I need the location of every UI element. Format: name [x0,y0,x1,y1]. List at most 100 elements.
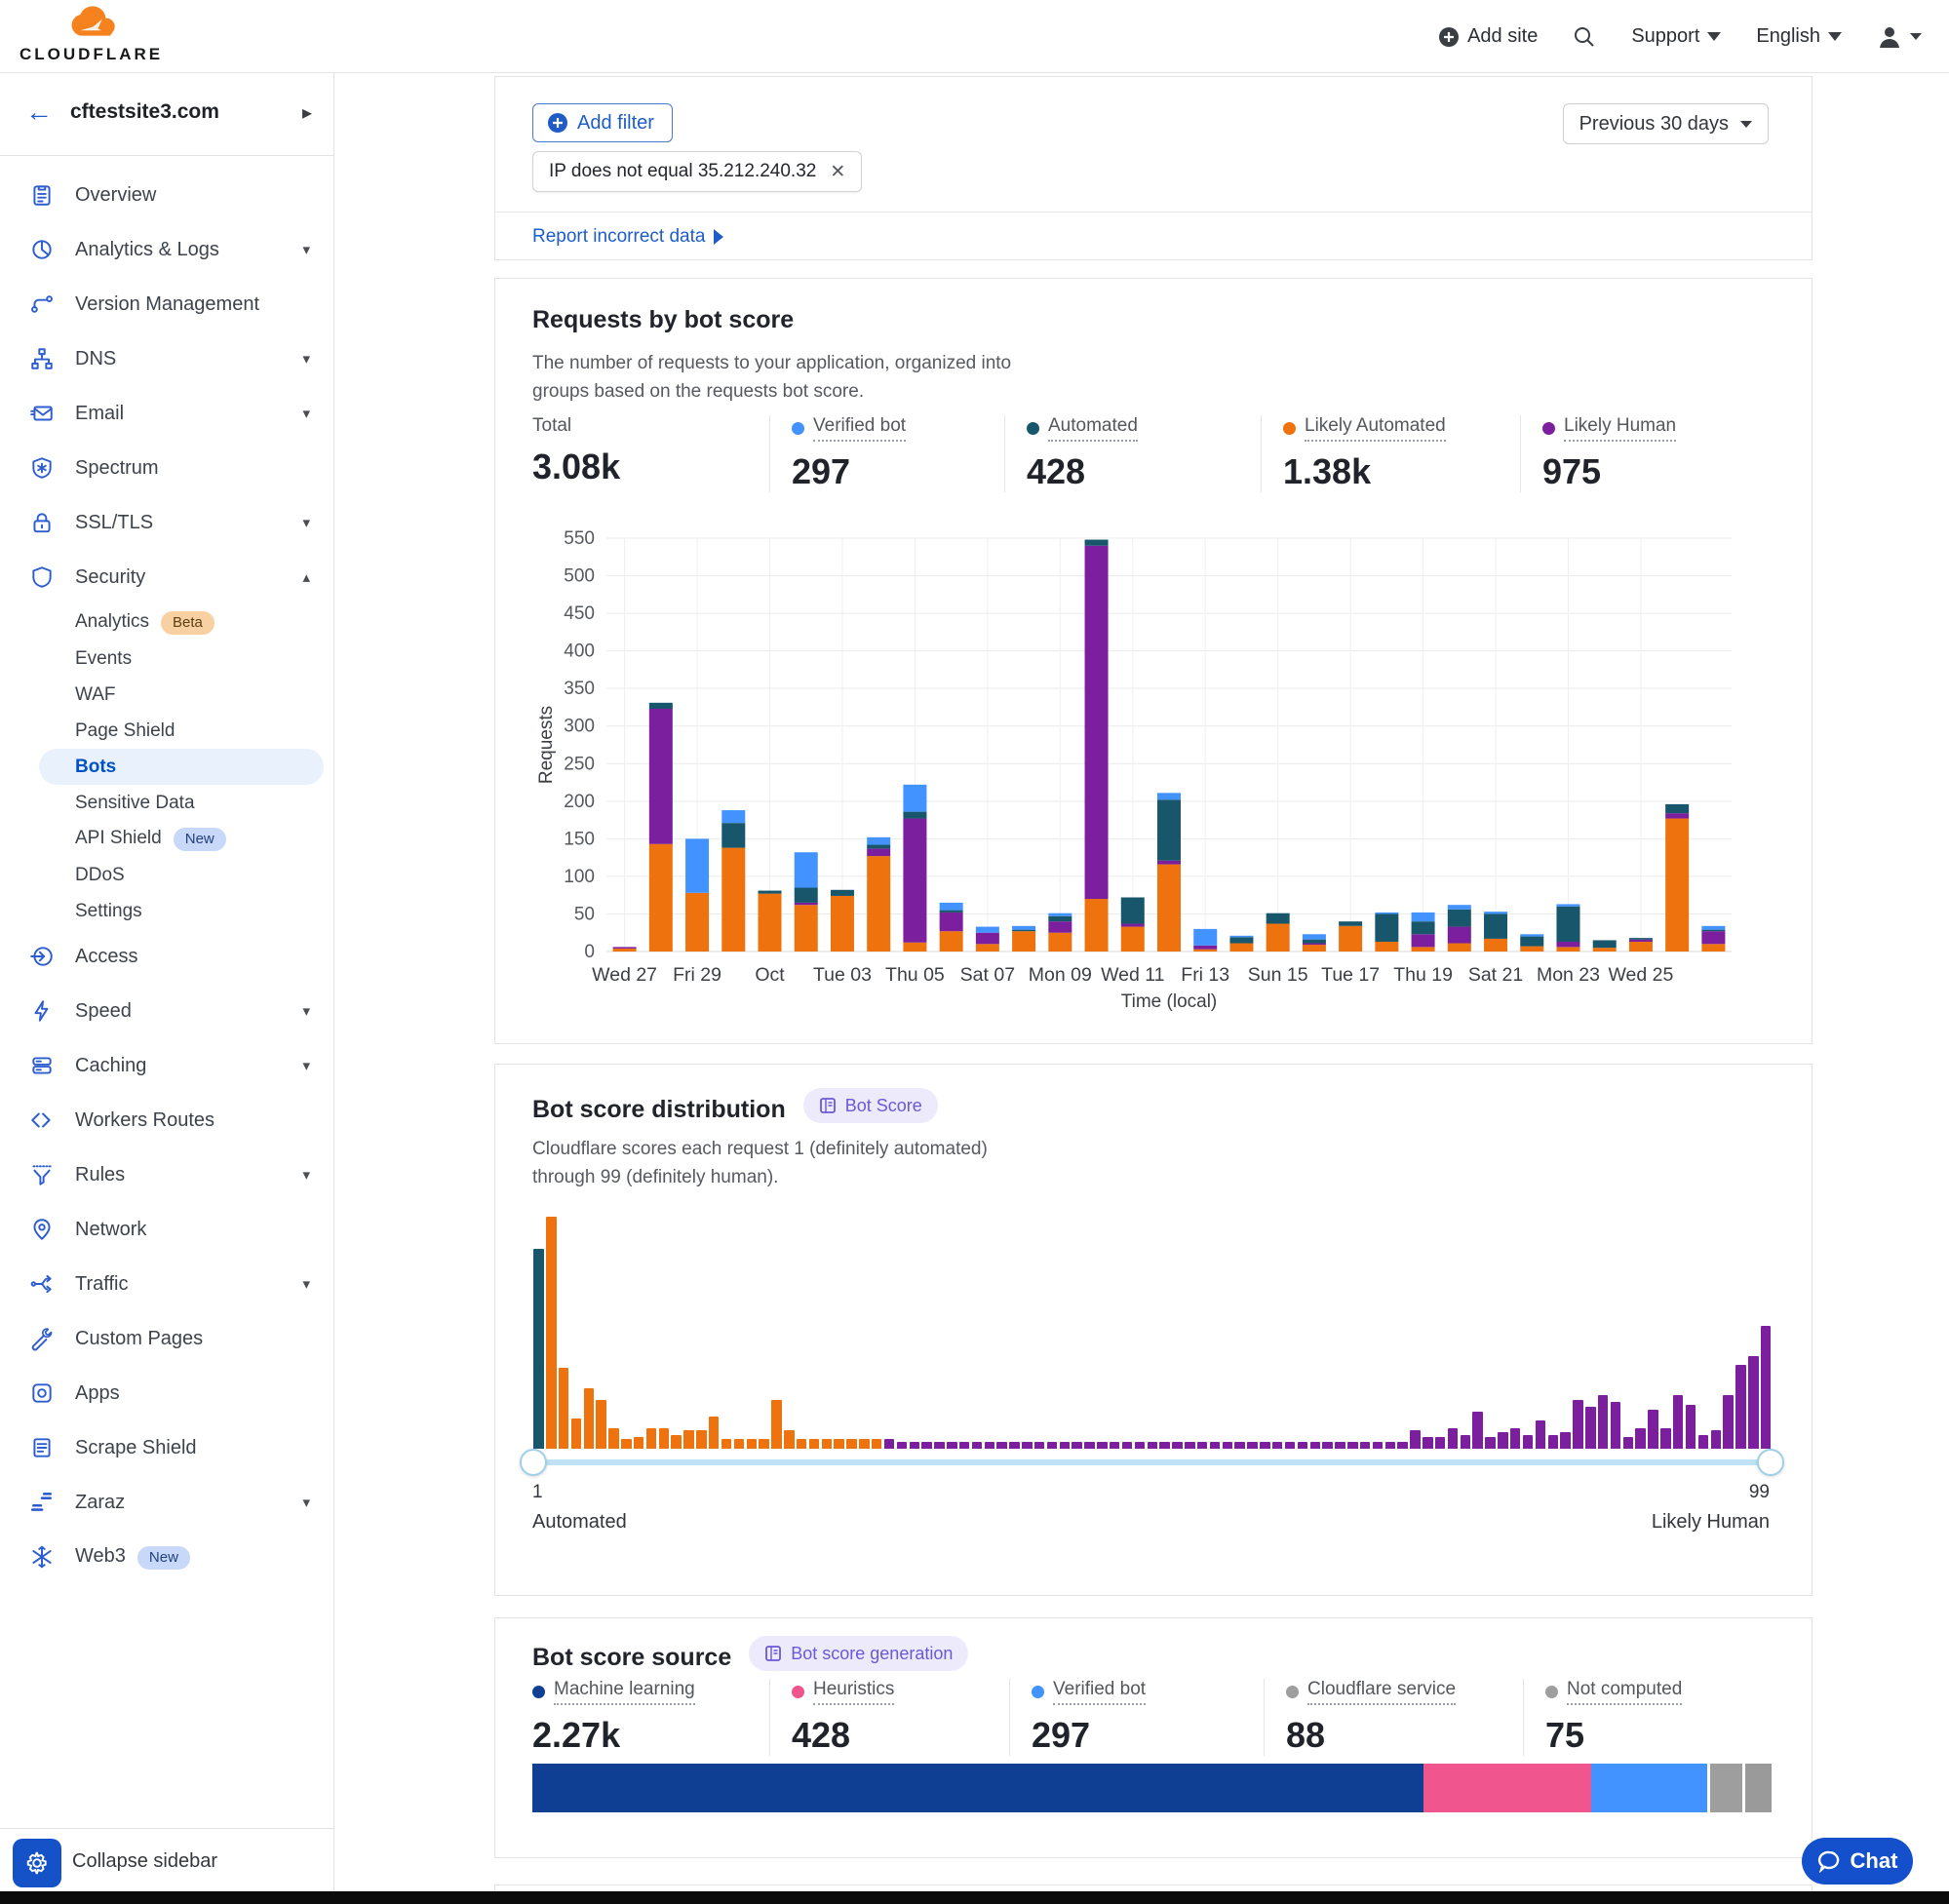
sidebar-item-label: Spectrum [75,457,159,480]
source-card-title: Bot score source [532,1644,731,1672]
sidebar-item-version-management[interactable]: Version Management [0,277,333,331]
sidebar-item-analytics[interactable]: AnalyticsBeta [0,604,333,641]
source-segment-heuristics [1423,1764,1591,1812]
settings-gear-button[interactable] [13,1839,61,1887]
stat-label: Not computed [1567,1679,1682,1705]
distribution-bar [1335,1442,1345,1449]
sidebar-item-caching[interactable]: Caching▾ [0,1038,333,1093]
sidebar-item-settings[interactable]: Settings [0,893,333,929]
sidebar-item-scrape-shield[interactable]: Scrape Shield [0,1420,333,1475]
sidebar-item-speed[interactable]: Speed▾ [0,984,333,1038]
caching-icon [29,1053,55,1078]
distribution-bar [1523,1435,1533,1449]
support-menu[interactable]: Support [1631,25,1721,48]
sidebar-item-custom-pages[interactable]: Custom Pages [0,1311,333,1366]
cloudflare-logo[interactable]: CLOUDFLARE [19,4,166,68]
distribution-bar [546,1217,556,1449]
stat-value: 2.27k [532,1715,769,1756]
svg-text:Fri 13: Fri 13 [1181,964,1229,986]
sidebar-item-rules[interactable]: Rules▾ [0,1147,333,1202]
sidebar-item-apps[interactable]: Apps [0,1366,333,1420]
chevron-right-icon [714,229,723,245]
stat-value: 88 [1286,1715,1523,1756]
distribution-bar [797,1439,806,1449]
sidebar-item-waf[interactable]: WAF [0,677,333,713]
svg-text:550: 550 [564,528,595,549]
sidebar-item-workers-routes[interactable]: Workers Routes [0,1093,333,1147]
chat-button[interactable]: Chat [1802,1838,1913,1885]
slider-handle-max[interactable] [1757,1449,1784,1476]
add-filter-button[interactable]: Add filter [532,103,673,142]
sidebar-item-label: Scrape Shield [75,1437,197,1459]
sidebar-nav: OverviewAnalytics & Logs▾Version Managem… [0,168,333,1584]
sidebar-item-label: SSL/TLS [75,512,153,534]
svg-text:Tue 03: Tue 03 [813,964,872,986]
report-link-label: Report incorrect data [532,226,705,248]
distribution-bar [1172,1442,1182,1449]
sidebar-item-label: Zaraz [75,1492,125,1514]
distribution-bar [1711,1430,1721,1449]
distribution-bar [1611,1402,1620,1449]
bot-score-badge[interactable]: Bot Score [803,1088,938,1123]
sidebar-item-ddos[interactable]: DDoS [0,857,333,893]
svg-text:Tue 17: Tue 17 [1321,964,1380,986]
sidebar-item-dns[interactable]: DNS▾ [0,331,333,386]
sidebar-item-security[interactable]: Security▴ [0,550,333,604]
date-range-dropdown[interactable]: Previous 30 days [1563,103,1769,144]
sidebar-item-network[interactable]: Network [0,1202,333,1257]
distribution-bar [784,1430,794,1449]
sidebar-item-overview[interactable]: Overview [0,168,333,222]
stat-heuristics: Heuristics428 [770,1679,1009,1756]
distribution-bar [571,1418,581,1449]
requests-bar-chart[interactable]: 050100150200250300350400450500550Wed 27F… [532,527,1776,1020]
site-name[interactable]: cftestsite3.com [70,100,219,124]
svg-text:400: 400 [564,641,595,662]
web3-icon [29,1544,55,1570]
stat-label: Verified bot [1053,1679,1146,1705]
distribution-bar [1360,1442,1370,1449]
back-arrow-icon[interactable]: ← [25,97,53,128]
sidebar-item-spectrum[interactable]: Spectrum [0,441,333,495]
bot-score-generation-badge[interactable]: Bot score generation [749,1636,968,1671]
sidebar-item-bots[interactable]: Bots [0,749,333,785]
account-menu[interactable] [1877,24,1922,50]
distribution-bar [1285,1442,1295,1449]
collapse-sidebar-label[interactable]: Collapse sidebar [72,1850,217,1873]
sidebar-item-analytics-logs[interactable]: Analytics & Logs▾ [0,222,333,277]
language-menu[interactable]: English [1756,25,1842,48]
svg-text:Sat 07: Sat 07 [960,964,1015,986]
distribution-bar [1298,1442,1307,1449]
sidebar-item-events[interactable]: Events [0,641,333,677]
svg-text:Requests: Requests [536,706,557,784]
distribution-histogram[interactable] [532,1210,1772,1449]
sidebar-item-ssl-tls[interactable]: SSL/TLS▾ [0,495,333,550]
slider-handle-min[interactable] [520,1449,547,1476]
spectrum-icon [29,455,55,481]
chevron-right-icon[interactable]: ▸ [302,100,312,125]
distribution-bar [747,1439,757,1449]
requests-stats-row: Total3.08kVerified bot297Automated428Lik… [532,415,1776,492]
distribution-bar [646,1428,656,1449]
security-icon [29,564,55,590]
filter-chip[interactable]: IP does not equal 35.212.240.32 ✕ [532,151,862,192]
sidebar-item-email[interactable]: Email▾ [0,386,333,441]
sidebar-item-zaraz[interactable]: Zaraz▾ [0,1475,333,1530]
source-stacked-bar [532,1764,1772,1812]
score-range-slider[interactable] [532,1459,1772,1465]
zaraz-icon [29,1490,55,1515]
stat-value: 1.38k [1283,451,1520,492]
sidebar-item-traffic[interactable]: Traffic▾ [0,1257,333,1311]
sidebar-item-api-shield[interactable]: API ShieldNew [0,821,333,857]
close-icon[interactable]: ✕ [830,161,845,183]
sidebar-item-sensitive-data[interactable]: Sensitive Data [0,785,333,821]
sidebar-item-web3[interactable]: Web3New [0,1530,333,1584]
sidebar-item-label: Bots [75,757,116,778]
distribution-bar [1686,1405,1696,1449]
ssl-icon [29,510,55,535]
sidebar-item-page-shield[interactable]: Page Shield [0,713,333,749]
search-icon [1573,25,1596,49]
sidebar-item-access[interactable]: Access [0,929,333,984]
report-incorrect-data-link[interactable]: Report incorrect data [532,226,723,248]
search-button[interactable] [1573,25,1596,49]
add-site-button[interactable]: Add site [1438,25,1538,48]
